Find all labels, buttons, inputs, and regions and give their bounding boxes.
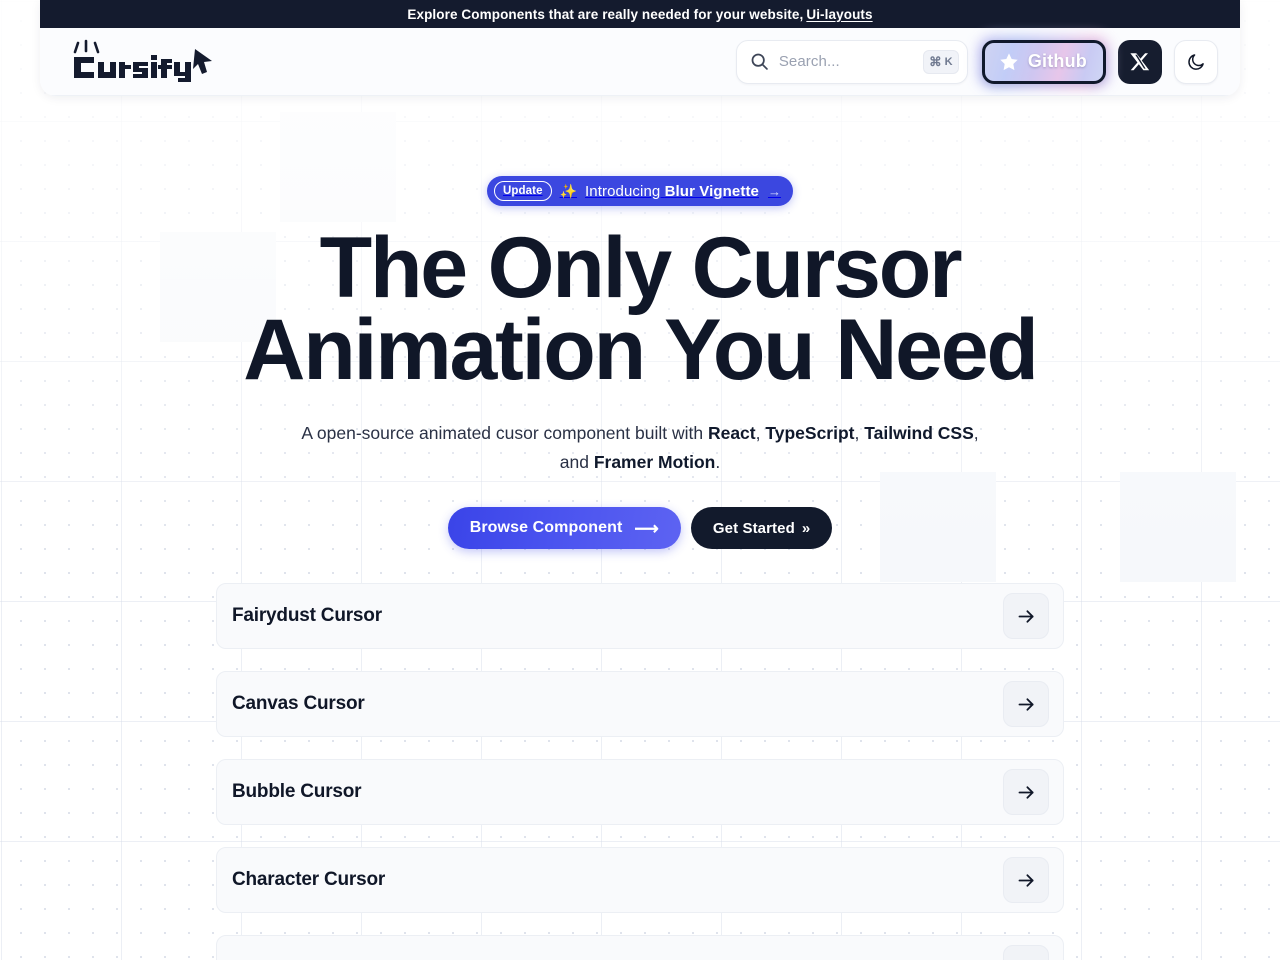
component-title: Fairydust Cursor <box>232 605 382 626</box>
page-title: The Only Cursor Animation You Need <box>243 225 1039 393</box>
component-list: Fairydust Cursor Canvas Cursor Bubble Cu… <box>216 583 1064 960</box>
announcement-badge[interactable]: Update ✨ Introducing Blur Vignette → <box>487 176 793 206</box>
component-open-button[interactable] <box>1003 857 1049 903</box>
hero-title-line-2: Animation You Need <box>243 301 1039 398</box>
x-twitter-button[interactable] <box>1118 39 1162 84</box>
get-started-button[interactable]: Get Started » <box>690 507 833 550</box>
promo-banner-text: Explore Components that are really neede… <box>407 6 804 22</box>
list-item[interactable]: Canvas Cursor <box>216 671 1064 737</box>
theme-toggle-button[interactable] <box>1174 39 1218 84</box>
search-shortcut-badge: ⌘ K <box>922 49 959 74</box>
navbar: Search... ⌘ K Github <box>40 28 1240 96</box>
arrow-right-icon: → <box>767 183 781 199</box>
list-item[interactable]: Character Cursor <box>216 847 1064 913</box>
hero-subtitle: A open-source animated cusor component b… <box>290 419 990 477</box>
component-title: Bubble Cursor <box>232 781 362 802</box>
arrow-right-icon <box>1018 609 1034 623</box>
subtitle-part-2: , <box>755 423 766 444</box>
top-shell: Explore Components that are really neede… <box>40 0 1240 96</box>
command-key-glyph: ⌘ <box>929 55 942 69</box>
subtitle-strong-framer: Framer Motion <box>593 452 716 473</box>
subtitle-part-3: , <box>854 423 865 444</box>
subtitle-part-5: . <box>715 452 721 473</box>
announcement-text-strong: Blur Vignette <box>664 182 759 200</box>
logo-cursify[interactable] <box>64 39 214 84</box>
component-title: Character Cursor <box>232 869 386 890</box>
double-chevron-right-icon: » <box>801 519 811 537</box>
sparkle-icon: ✨ <box>559 183 578 199</box>
arrow-right-icon <box>1018 785 1034 799</box>
list-item[interactable] <box>216 935 1064 960</box>
list-item[interactable]: Fairydust Cursor <box>216 583 1064 649</box>
arrow-right-icon <box>1018 697 1034 711</box>
search-placeholder: Search... <box>778 53 840 70</box>
github-button-wrapper: Github <box>976 34 1111 89</box>
hero-section: Update ✨ Introducing Blur Vignette → The… <box>0 96 1280 550</box>
subtitle-strong-react: React <box>707 423 756 444</box>
x-twitter-icon <box>1129 53 1149 71</box>
announcement-text: Introducing Blur Vignette <box>585 183 759 200</box>
search-input[interactable]: Search... ⌘ K <box>735 39 968 84</box>
component-open-button[interactable] <box>1003 593 1049 639</box>
promo-banner: Explore Components that are really neede… <box>40 0 1240 28</box>
component-open-button[interactable] <box>1003 681 1049 727</box>
subtitle-strong-typescript: TypeScript <box>765 423 855 444</box>
subtitle-strong-tailwind: Tailwind CSS <box>864 423 974 444</box>
component-open-button[interactable] <box>1003 945 1049 960</box>
browse-component-button[interactable]: Browse Component ⟶ <box>447 507 681 550</box>
github-button[interactable]: Github <box>981 39 1106 84</box>
arrow-right-long-icon: ⟶ <box>634 518 659 538</box>
promo-banner-link[interactable]: Ui-layouts <box>806 7 872 22</box>
get-started-label: Get Started <box>712 519 795 537</box>
star-icon <box>1000 52 1018 70</box>
arrow-right-icon <box>1018 873 1034 887</box>
cursify-logo-icon <box>73 39 212 82</box>
search-icon <box>751 53 768 70</box>
component-open-button[interactable] <box>1003 769 1049 815</box>
cta-row: Browse Component ⟶ Get Started » <box>447 507 833 550</box>
announcement-update-pill: Update <box>494 181 552 201</box>
browse-component-label: Browse Component <box>469 519 623 537</box>
subtitle-part-1: A open-source animated cusor component b… <box>301 423 708 444</box>
shortcut-letter: K <box>944 55 953 68</box>
list-item[interactable]: Bubble Cursor <box>216 759 1064 825</box>
announcement-text-prefix: Introducing <box>585 182 665 200</box>
moon-icon <box>1188 53 1204 70</box>
component-title: Canvas Cursor <box>232 693 365 714</box>
github-button-label: Github <box>1027 51 1087 71</box>
